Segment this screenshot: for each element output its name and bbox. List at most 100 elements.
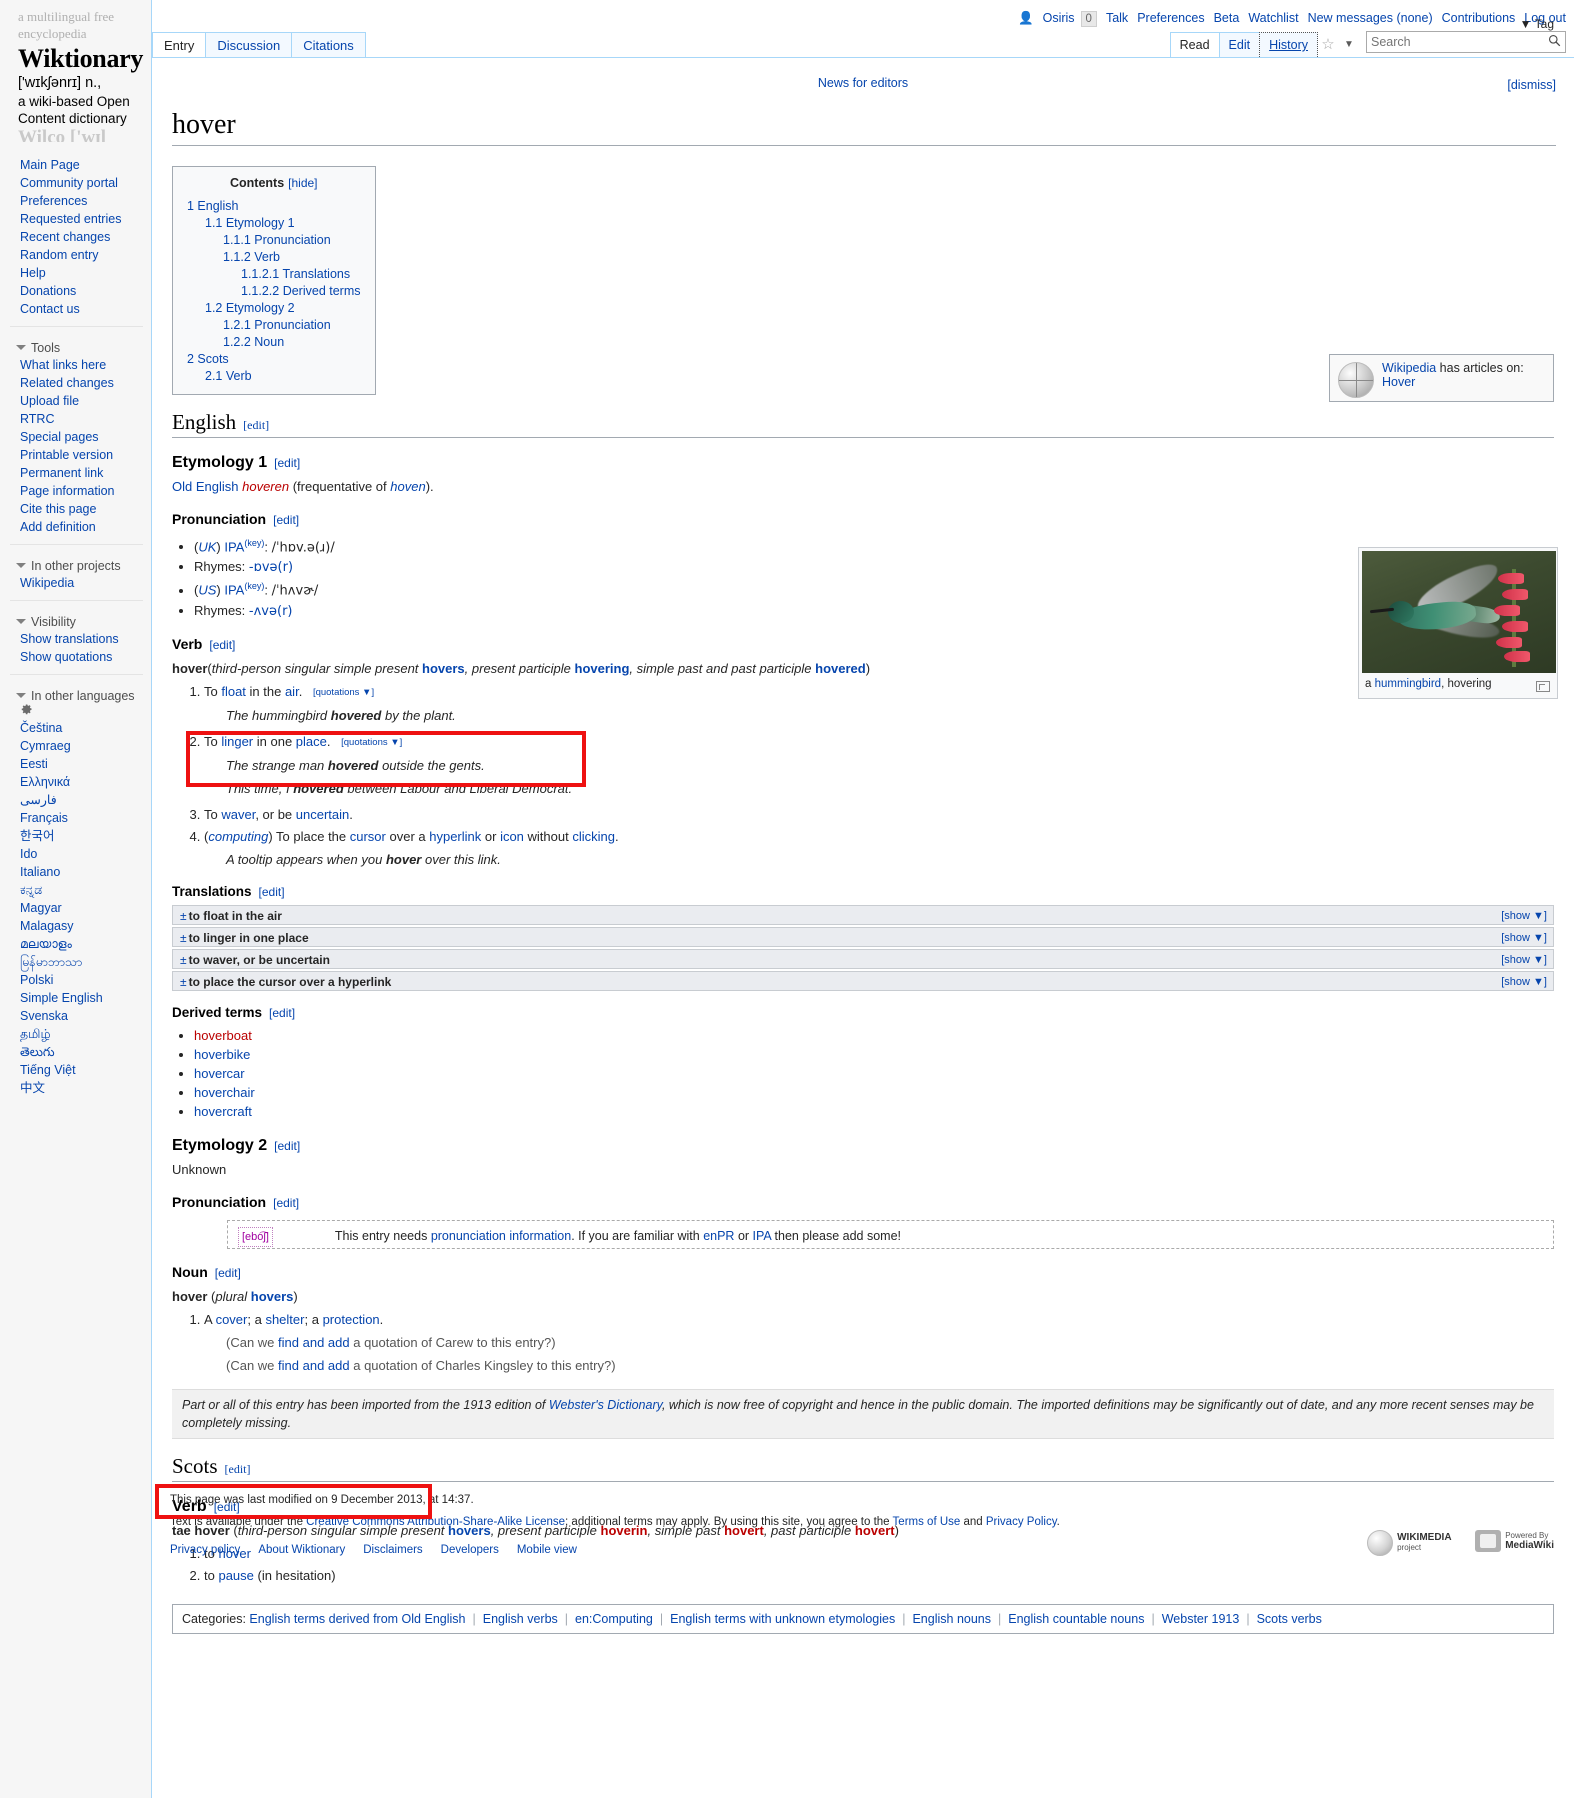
ipa-link-uk[interactable]: IPA — [224, 539, 244, 554]
username-link[interactable]: Osiris — [1043, 11, 1075, 25]
hoveren-link[interactable]: hoveren — [242, 479, 289, 494]
sidebar-tools-heading[interactable]: Tools — [0, 341, 151, 355]
sidebar-tool-special-pages[interactable]: Special pages — [0, 428, 151, 446]
sidebar-language-[interactable]: മലയാളം — [0, 935, 151, 953]
category-link[interactable]: English nouns — [912, 1612, 991, 1626]
sidebar-language-[interactable]: 中文 — [0, 1079, 151, 1097]
sidebar-language-[interactable]: తెలుగు — [0, 1043, 151, 1061]
old-english-link[interactable]: Old English — [172, 479, 238, 494]
sidebar-nav-contact-us[interactable]: Contact us — [0, 300, 151, 318]
derived-term-hoverbike[interactable]: hoverbike — [194, 1047, 250, 1062]
uncertain-link[interactable]: uncertain — [296, 807, 349, 822]
search-icon[interactable] — [1548, 34, 1561, 50]
sidebar-tool-rtrc[interactable]: RTRC — [0, 410, 151, 428]
derived-term-hovercraft[interactable]: hovercraft — [194, 1104, 252, 1119]
tab-citations[interactable]: Citations — [291, 32, 366, 58]
tab-edit[interactable]: Edit — [1218, 32, 1261, 57]
hummingbird-link[interactable]: hummingbird — [1375, 678, 1441, 690]
sidebar-visibility-show-quotations[interactable]: Show quotations — [0, 648, 151, 666]
sidebar-language-italiano[interactable]: Italiano — [0, 863, 151, 881]
translation-expand-icon[interactable]: ± — [180, 909, 187, 923]
translation-bar[interactable]: ± to place the cursor over a hyperlink [sh… — [172, 970, 1554, 991]
toc-link-noun[interactable]: 1.2.2 Noun — [223, 335, 284, 349]
sidebar-tool-what-links-here[interactable]: What links here — [0, 356, 151, 374]
sidebar-nav-community-portal[interactable]: Community portal — [0, 174, 151, 192]
expand-icon[interactable] — [1536, 681, 1550, 692]
sidebar-nav-help[interactable]: Help — [0, 264, 151, 282]
tab-entry[interactable]: Entry — [152, 32, 207, 58]
footer-link-privacy-policy[interactable]: Privacy policy — [170, 1544, 240, 1556]
place-link[interactable]: place — [296, 734, 327, 749]
wikipedia-link[interactable]: Wikipedia — [1382, 361, 1436, 375]
translation-bar[interactable]: ± to linger in one place [show ▼] — [172, 926, 1554, 947]
sidebar-language-[interactable]: ಕನ್ನಡ — [0, 881, 151, 899]
cc-license-link[interactable]: Creative Commons Attribution-Share-Alike… — [306, 1516, 565, 1528]
sidebar-language-eesti[interactable]: Eesti — [0, 755, 151, 773]
sidebar-language-fran-ais[interactable]: Français — [0, 809, 151, 827]
footer-link-disclaimers[interactable]: Disclaimers — [363, 1544, 422, 1556]
sidebar-nav-random-entry[interactable]: Random entry — [0, 246, 151, 264]
sidebar-language-magyar[interactable]: Magyar — [0, 899, 151, 917]
sidebar-language-cymraeg[interactable]: Cymraeg — [0, 737, 151, 755]
translation-show-link[interactable]: [show ▼] — [1501, 909, 1547, 923]
mediawiki-badge[interactable]: Powered By MediaWiki — [1469, 1528, 1560, 1559]
toc-link-pronunciation[interactable]: 1.1.1 Pronunciation — [223, 233, 331, 247]
hyperlink-link[interactable]: hyperlink — [429, 829, 481, 844]
float-link[interactable]: float — [221, 684, 246, 699]
quotations-toggle-2[interactable]: [quotations ▼] — [341, 737, 402, 748]
sidebar-language-polski[interactable]: Polski — [0, 971, 151, 989]
derived-term-hoverboat[interactable]: hoverboat — [194, 1028, 252, 1043]
sidebar-language-simple-english[interactable]: Simple English — [0, 989, 151, 1007]
rhymes-link-uk[interactable]: -ɒvə(r) — [249, 560, 293, 575]
linger-link[interactable]: linger — [221, 734, 253, 749]
personal-link-watchlist[interactable]: Watchlist — [1248, 11, 1298, 25]
air-link[interactable]: air — [285, 684, 299, 699]
ipa-key-link-uk[interactable]: (key) — [244, 538, 264, 548]
toc-link-verb[interactable]: 1.1.2 Verb — [223, 250, 280, 264]
translation-expand-icon[interactable]: ± — [180, 953, 187, 967]
uk-accent-link[interactable]: UK — [198, 539, 216, 554]
derived-term-hoverchair[interactable]: hoverchair — [194, 1085, 255, 1100]
translation-expand-icon[interactable]: ± — [180, 931, 187, 945]
infl-form-hovering[interactable]: hovering — [575, 661, 630, 676]
sidebar-language-[interactable]: 한국어 — [0, 827, 151, 845]
tab-read[interactable]: Read — [1169, 32, 1220, 57]
personal-link-beta[interactable]: Beta — [1214, 11, 1240, 25]
translation-expand-icon[interactable]: ± — [180, 975, 187, 989]
icon-link[interactable]: icon — [500, 829, 524, 844]
sidebar-language-svenska[interactable]: Svenska — [0, 1007, 151, 1025]
edit-link-pronunciation-2[interactable]: [edit] — [273, 1196, 299, 1210]
us-accent-link[interactable]: US — [198, 583, 216, 598]
edit-link-noun[interactable]: [edit] — [215, 1266, 241, 1280]
tab-history[interactable]: History — [1259, 32, 1318, 57]
category-link[interactable]: English terms with unknown etymologies — [670, 1612, 895, 1626]
privacy-policy-link[interactable]: Privacy Policy — [986, 1516, 1057, 1528]
toc-link-english[interactable]: 1 English — [187, 199, 238, 213]
wikipedia-article-hover-link[interactable]: Hover — [1382, 375, 1415, 389]
edit-link-verb-english[interactable]: [edit] — [209, 638, 235, 652]
category-link[interactable]: English countable nouns — [1008, 1612, 1144, 1626]
toc-toggle-link[interactable]: [hide] — [288, 176, 317, 190]
site-logo[interactable]: a multilingual free encyclopedia Wiktion… — [0, 0, 151, 142]
sidebar-language-malagasy[interactable]: Malagasy — [0, 917, 151, 935]
cursor-link[interactable]: cursor — [350, 829, 386, 844]
toc-link-etymology-1[interactable]: 1.1 Etymology 1 — [205, 216, 295, 230]
cover-link[interactable]: cover — [216, 1312, 248, 1327]
clicking-link[interactable]: clicking — [572, 829, 615, 844]
hoven-link[interactable]: hoven — [390, 479, 425, 494]
sidebar-tool-page-information[interactable]: Page information — [0, 482, 151, 500]
category-link[interactable]: English verbs — [483, 1612, 558, 1626]
sidebar-language-[interactable]: Ελληνικά — [0, 773, 151, 791]
toc-link-derived-terms[interactable]: 1.1.2.2 Derived terms — [241, 284, 361, 298]
computing-context-link[interactable]: computing — [208, 829, 268, 844]
infl-form-hovers[interactable]: hovers — [422, 661, 465, 676]
edit-link-derived-terms[interactable]: [edit] — [269, 1006, 295, 1020]
ipa-link-rfp[interactable]: IPA — [753, 1229, 772, 1243]
edit-link-translations[interactable]: [edit] — [259, 885, 285, 899]
sidebar-nav-donations[interactable]: Donations — [0, 282, 151, 300]
personal-link-preferences[interactable]: Preferences — [1137, 11, 1204, 25]
sidebar-language-ido[interactable]: Ido — [0, 845, 151, 863]
sidebar-project-wikipedia[interactable]: Wikipedia — [0, 574, 151, 592]
toc-link-scots[interactable]: 2 Scots — [187, 352, 229, 366]
search-box[interactable] — [1366, 31, 1566, 53]
